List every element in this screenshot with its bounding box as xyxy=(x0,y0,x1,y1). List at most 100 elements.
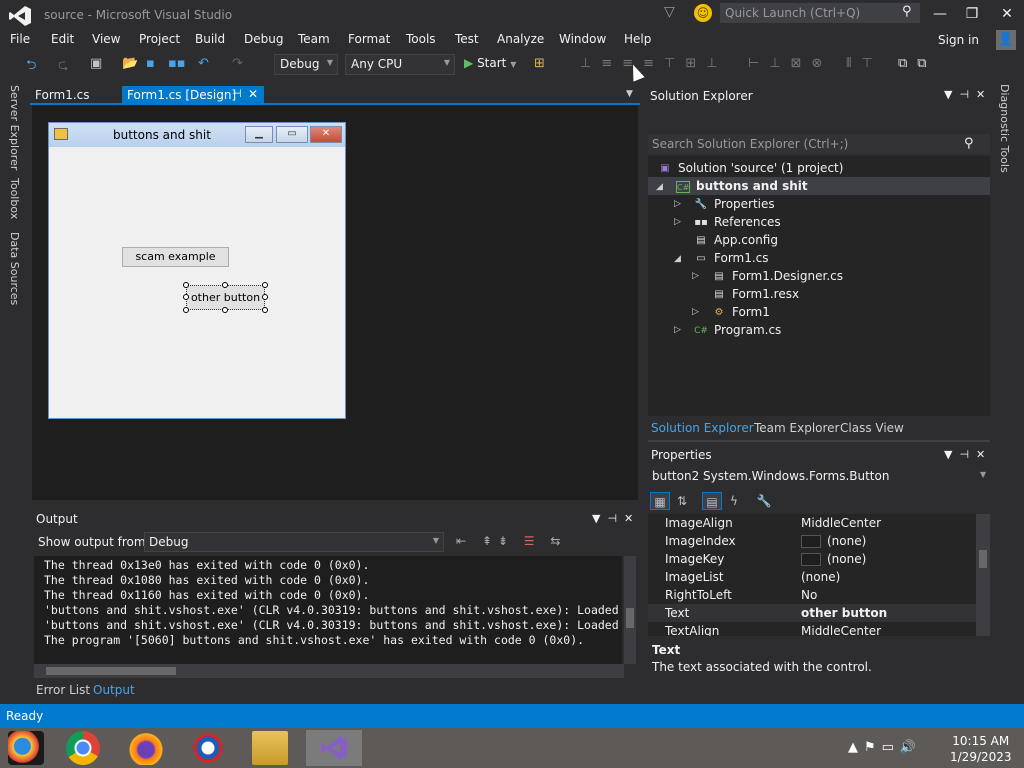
tab-team-explorer[interactable]: Team Explorer xyxy=(754,421,840,435)
minimize-button[interactable]: — xyxy=(928,6,952,24)
system-tray-icons[interactable]: ▲⚑▭🔊 xyxy=(848,740,922,755)
tree-item-app-config[interactable]: App.config xyxy=(714,233,778,247)
property-value[interactable]: MiddleCenter xyxy=(801,624,881,636)
data-sources-tab[interactable]: Data Sources xyxy=(8,232,21,305)
panel-splitter[interactable] xyxy=(648,440,990,442)
expanded-arrow-icon[interactable]: ◢ xyxy=(656,182,663,192)
output-toolbar-icons[interactable]: ⇤ ⇞⇟ ☰ ⇆ xyxy=(456,534,566,548)
solution-configuration-select[interactable]: Debug ▼ xyxy=(274,54,338,75)
menu-test[interactable]: Test xyxy=(455,32,479,46)
property-row[interactable]: RightToLeft No xyxy=(648,586,976,604)
open-file-icon[interactable]: 📂 xyxy=(122,56,138,71)
chevron-down-icon[interactable]: ▼ xyxy=(980,470,986,479)
tree-item-form1-cs[interactable]: Form1.cs xyxy=(714,251,769,265)
panel-controls[interactable]: ▼ ⊣ ✕ xyxy=(592,512,633,525)
diagnostic-tools-tab[interactable]: Diagnostic Tools xyxy=(998,84,1011,173)
menu-tools[interactable]: Tools xyxy=(406,32,436,46)
pin-icon[interactable]: ⊣ xyxy=(232,87,242,100)
tree-item-form1-class[interactable]: Form1 xyxy=(732,305,770,319)
tab-form1-cs[interactable]: Form1.cs xyxy=(30,86,95,104)
tree-item-references[interactable]: References xyxy=(714,215,781,229)
property-row[interactable]: ImageKey (none) xyxy=(648,550,976,568)
solution-tree[interactable] xyxy=(648,156,990,416)
tree-item-form1-designer[interactable]: Form1.Designer.cs xyxy=(732,269,843,283)
solution-search-input[interactable]: Search Solution Explorer (Ctrl+;) xyxy=(648,134,990,154)
tree-item-program-cs[interactable]: Program.cs xyxy=(714,323,781,337)
property-row[interactable]: ImageAlign MiddleCenter xyxy=(648,514,976,532)
solution-platform-select[interactable]: Any CPU ▼ xyxy=(345,54,455,75)
resize-handle[interactable] xyxy=(222,307,228,313)
new-project-icon[interactable]: ▣ xyxy=(90,56,102,71)
save-icon[interactable]: ▪ xyxy=(146,56,155,71)
visual-studio-taskbar-button[interactable] xyxy=(306,730,362,766)
chrome-icon[interactable] xyxy=(66,731,100,765)
menu-analyze[interactable]: Analyze xyxy=(497,32,544,46)
collapsed-arrow-icon[interactable]: ▷ xyxy=(692,271,699,281)
output-horizontal-scrollbar[interactable] xyxy=(34,664,624,678)
server-explorer-tab[interactable]: Server Explorer xyxy=(8,85,21,170)
property-value-with-swatch[interactable]: (none) xyxy=(801,534,866,548)
tab-class-view[interactable]: Class View xyxy=(840,421,904,435)
tab-form1-design[interactable]: Form1.cs [Design] ⊣ ✕ xyxy=(122,86,264,104)
properties-object-select[interactable]: button2 System.Windows.Forms.Button xyxy=(652,469,889,483)
property-value-with-swatch[interactable]: (none) xyxy=(801,552,866,566)
layout-center-icons[interactable]: ⫴⊤ xyxy=(846,56,883,71)
back-icon[interactable]: ⮌ xyxy=(26,56,36,78)
menu-edit[interactable]: Edit xyxy=(51,32,74,46)
resize-handle[interactable] xyxy=(183,294,189,300)
save-all-icon[interactable]: ▪▪ xyxy=(168,56,186,71)
resize-handle[interactable] xyxy=(183,307,189,313)
quick-launch-input[interactable]: Quick Launch (Ctrl+Q) xyxy=(720,3,920,23)
resize-handle[interactable] xyxy=(222,282,228,288)
properties-view-icon[interactable]: ▤ xyxy=(702,492,722,510)
firefox-icon[interactable] xyxy=(128,731,164,765)
media-app-icon[interactable] xyxy=(8,731,44,765)
scrollbar-thumb[interactable] xyxy=(979,550,987,568)
layout-align-icons[interactable]: ⊥≡≡≡⊤⊞⊥ xyxy=(580,56,728,71)
property-row-selected[interactable]: Text other button xyxy=(648,604,976,622)
close-icon[interactable]: ✕ xyxy=(248,87,258,101)
property-row[interactable]: ImageList (none) xyxy=(648,568,976,586)
resize-handle[interactable] xyxy=(183,282,189,288)
menu-help[interactable]: Help xyxy=(624,32,651,46)
property-value[interactable]: (none) xyxy=(801,570,840,584)
tab-error-list[interactable]: Error List xyxy=(36,683,90,697)
menu-file[interactable]: File xyxy=(10,32,30,46)
obama-icon[interactable] xyxy=(190,731,226,765)
sign-in-link[interactable]: Sign in xyxy=(938,33,979,47)
file-explorer-icon[interactable] xyxy=(252,731,288,765)
redo-icon[interactable]: ↷ xyxy=(232,56,243,71)
find-in-files-icon[interactable]: ⊞ xyxy=(534,56,545,71)
tab-solution-explorer[interactable]: Solution Explorer xyxy=(651,421,754,435)
search-icon[interactable]: ⚲ xyxy=(964,136,974,151)
start-debugging-button[interactable]: ▶ Start ▼ xyxy=(464,56,516,70)
toolbox-tab[interactable]: Toolbox xyxy=(8,178,21,219)
output-source-select[interactable]: Debug ▼ xyxy=(144,532,444,552)
property-row[interactable]: TextAlign MiddleCenter xyxy=(648,622,976,636)
output-text[interactable]: The thread 0x13e0 has exited with code 0… xyxy=(34,556,622,664)
tree-item-project[interactable]: buttons and shit xyxy=(696,179,808,193)
resize-handle[interactable] xyxy=(262,294,268,300)
menu-debug[interactable]: Debug xyxy=(244,32,283,46)
collapsed-arrow-icon[interactable]: ▷ xyxy=(674,325,681,335)
tree-item-form1-resx[interactable]: Form1.resx xyxy=(732,287,799,301)
clock[interactable]: 10:15 AM 1/29/2023 xyxy=(950,733,1012,765)
menu-format[interactable]: Format xyxy=(348,32,390,46)
categorized-icon[interactable]: ▦ xyxy=(650,492,670,510)
menu-team[interactable]: Team xyxy=(298,32,330,46)
menu-build[interactable]: Build xyxy=(195,32,225,46)
property-grid-scrollbar[interactable] xyxy=(976,514,990,636)
restore-button[interactable]: ❐ xyxy=(960,6,984,24)
feedback-filter-icon[interactable]: ▽ xyxy=(664,4,675,20)
property-value[interactable]: MiddleCenter xyxy=(801,516,881,530)
menu-view[interactable]: View xyxy=(92,32,120,46)
account-avatar-icon[interactable]: 👤 xyxy=(996,30,1016,50)
resize-handle[interactable] xyxy=(262,307,268,313)
output-vertical-scrollbar[interactable] xyxy=(624,556,636,664)
resize-handle[interactable] xyxy=(262,282,268,288)
tree-item-solution[interactable]: Solution 'source' (1 project) xyxy=(678,161,843,175)
form-client-area[interactable] xyxy=(50,147,344,417)
menu-window[interactable]: Window xyxy=(559,32,606,46)
property-value[interactable]: other button xyxy=(801,606,887,620)
search-icon[interactable]: ⚲ xyxy=(902,4,912,19)
